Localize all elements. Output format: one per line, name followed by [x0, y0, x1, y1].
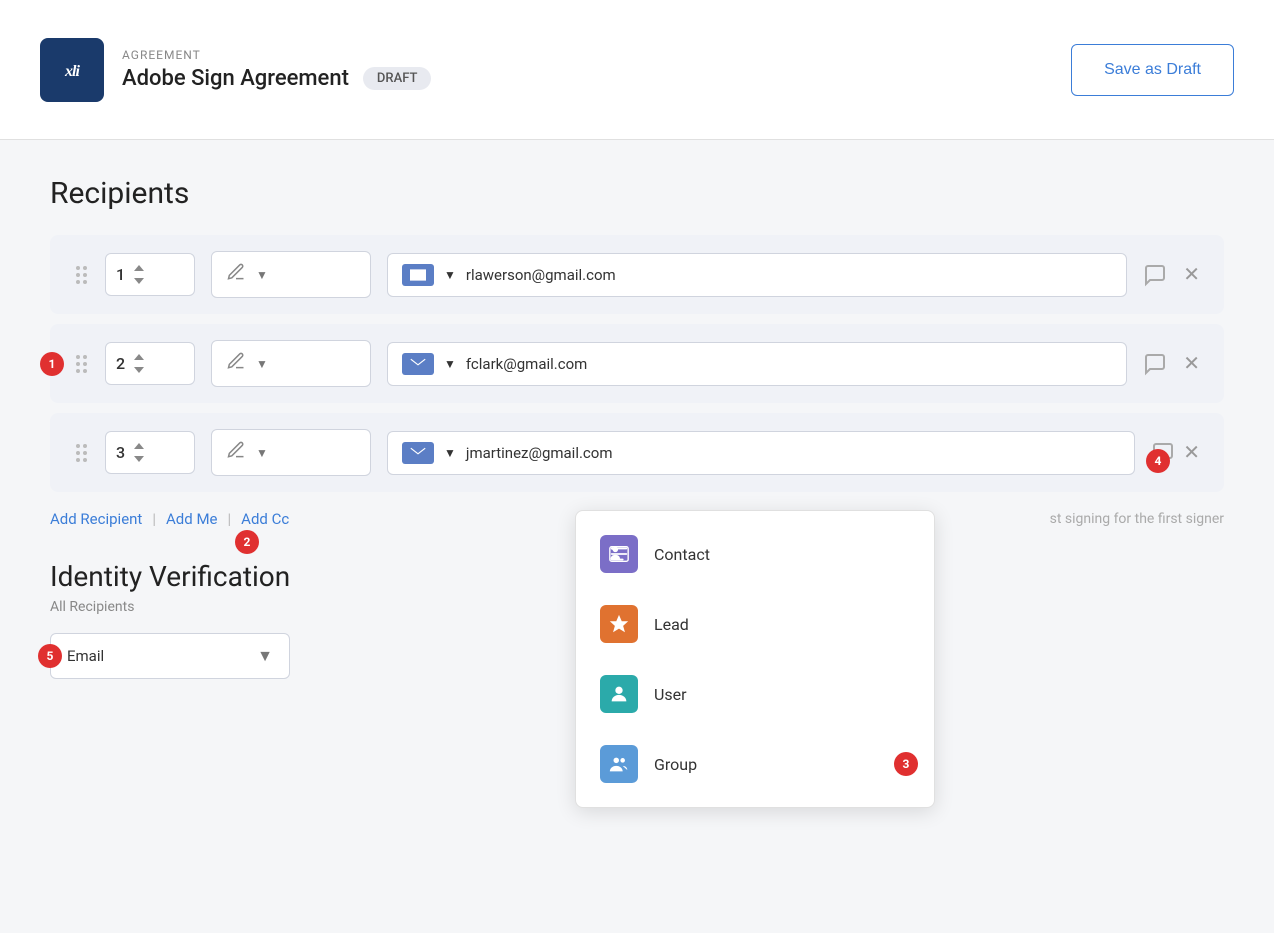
- type-dropdown-menu: Contact Lead User: [575, 510, 935, 808]
- email-input-1[interactable]: ▼ rlawerson@gmail.com: [387, 253, 1127, 297]
- recipient-row: 1 ▼ ▼ rlawerson@gmail.com: [50, 235, 1224, 314]
- badge-2: 2: [235, 530, 259, 554]
- remove-recipient-1[interactable]: ✕: [1183, 262, 1200, 287]
- add-cc-link[interactable]: Add Cc: [241, 510, 289, 528]
- agreement-label: AGREEMENT: [122, 48, 431, 62]
- group-icon: [600, 745, 638, 783]
- dropdown-item-user[interactable]: User: [576, 659, 934, 729]
- header-left: xli AGREEMENT Adobe Sign Agreement DRAFT: [40, 38, 431, 102]
- dropdown-item-group[interactable]: Group 3: [576, 729, 934, 799]
- order-number-1: 1: [116, 265, 125, 284]
- spin-arrows-1[interactable]: [133, 262, 145, 287]
- svg-text:xli: xli: [64, 63, 80, 80]
- user-label: User: [654, 685, 687, 704]
- group-label: Group: [654, 755, 697, 774]
- contact-label: Contact: [654, 545, 710, 564]
- badge-5: 5: [38, 644, 62, 668]
- spin-arrows-3[interactable]: [133, 440, 145, 465]
- recipients-title: Recipients: [50, 176, 1224, 211]
- order-input-2[interactable]: 2: [105, 342, 195, 385]
- role-selector-1[interactable]: ▼: [211, 251, 371, 298]
- agreement-name-row: Adobe Sign Agreement DRAFT: [122, 66, 431, 91]
- email-value-3: jmartinez@gmail.com: [466, 444, 1120, 462]
- pen-icon: [226, 262, 246, 287]
- pen-icon-3: [226, 440, 246, 465]
- comment-button-1[interactable]: [1143, 263, 1167, 287]
- draft-badge: DRAFT: [363, 67, 432, 90]
- dropdown-item-lead[interactable]: Lead: [576, 589, 934, 659]
- recipient-row: 1 2 ▼ ▼ fclark@gmail.com: [50, 324, 1224, 403]
- drag-handle: [74, 264, 89, 286]
- badge-3: 3: [894, 752, 918, 776]
- badge-4: 4: [1146, 449, 1170, 473]
- lead-icon: [600, 605, 638, 643]
- role-selector-2[interactable]: ▼: [211, 340, 371, 387]
- comment-button-2[interactable]: [1143, 352, 1167, 376]
- email-icon-3: [402, 442, 434, 464]
- header-title-block: AGREEMENT Adobe Sign Agreement DRAFT: [122, 48, 431, 91]
- email-input-3[interactable]: ▼ jmartinez@gmail.com: [387, 431, 1135, 475]
- spin-arrows-2[interactable]: [133, 351, 145, 376]
- signing-note: st signing for the first signer: [1050, 511, 1224, 527]
- user-icon: [600, 675, 638, 713]
- main-content: Recipients 1 ▼ ▼ rlawerson@gm: [0, 140, 1274, 715]
- email-identity-select[interactable]: Email ▼: [50, 633, 290, 679]
- email-value-1: rlawerson@gmail.com: [466, 266, 1112, 284]
- email-type-dropdown-1[interactable]: ▼: [444, 268, 456, 282]
- add-me-link[interactable]: Add Me: [166, 510, 217, 528]
- drag-handle: [74, 353, 89, 375]
- email-type-dropdown-3[interactable]: ▼: [444, 446, 456, 460]
- role-dropdown-arrow-1: ▼: [256, 268, 268, 282]
- drag-handle: [74, 442, 89, 464]
- agreement-name: Adobe Sign Agreement: [122, 66, 349, 91]
- email-select-arrow: ▼: [257, 646, 273, 666]
- email-value-2: fclark@gmail.com: [466, 355, 1112, 373]
- role-dropdown-arrow-3: ▼: [256, 446, 268, 460]
- role-dropdown-arrow-2: ▼: [256, 357, 268, 371]
- lead-label: Lead: [654, 615, 689, 634]
- save-draft-button[interactable]: Save as Draft: [1071, 44, 1234, 96]
- email-select-value: Email: [67, 647, 247, 665]
- role-selector-3[interactable]: ▼: [211, 429, 371, 476]
- order-input-1[interactable]: 1: [105, 253, 195, 296]
- separator-1: |: [152, 510, 156, 528]
- dropdown-item-contact[interactable]: Contact: [576, 519, 934, 589]
- remove-recipient-3[interactable]: ✕: [1183, 440, 1200, 465]
- email-icon-1: [402, 264, 434, 286]
- order-input-3[interactable]: 3: [105, 431, 195, 474]
- header: xli AGREEMENT Adobe Sign Agreement DRAFT…: [0, 0, 1274, 140]
- order-number-3: 3: [116, 443, 125, 462]
- add-recipient-link[interactable]: Add Recipient: [50, 510, 142, 528]
- remove-recipient-2[interactable]: ✕: [1183, 351, 1200, 376]
- badge-1: 1: [40, 352, 64, 376]
- contact-icon: [600, 535, 638, 573]
- recipient-row: 3 ▼ ▼ jmartinez@gmail.com: [50, 413, 1224, 492]
- email-icon-2: [402, 353, 434, 375]
- order-number-2: 2: [116, 354, 125, 373]
- pen-icon-2: [226, 351, 246, 376]
- separator-2: |: [228, 510, 232, 528]
- app-logo: xli: [40, 38, 104, 102]
- email-type-dropdown-2[interactable]: ▼: [444, 357, 456, 371]
- email-input-2[interactable]: ▼ fclark@gmail.com: [387, 342, 1127, 386]
